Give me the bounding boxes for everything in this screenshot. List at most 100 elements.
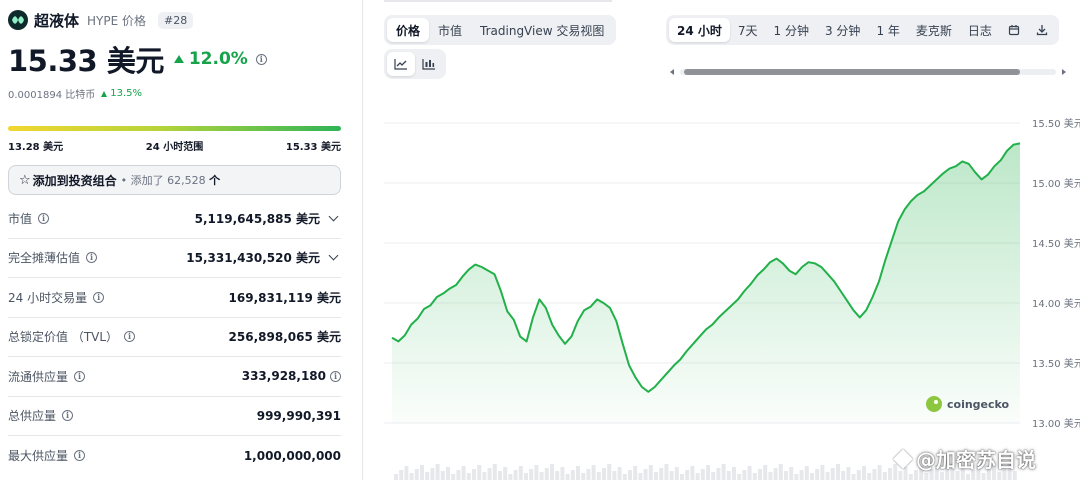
stat-value: 169,831,119 美元	[228, 290, 341, 305]
info-icon[interactable]: i	[74, 450, 86, 462]
scroll-thumb[interactable]	[684, 69, 1020, 75]
volume-bar	[430, 468, 435, 480]
price-chart[interactable]: 15.50 美元 15.00 美元 14.50 美元 14.00 美元 13.50 美元…	[384, 96, 1080, 480]
range-24h-tab[interactable]: 24 小时	[669, 18, 730, 42]
volume-bar	[778, 464, 783, 480]
volume-bar	[409, 473, 414, 480]
range-scrollbar[interactable]	[666, 66, 1070, 78]
volume-bar	[555, 471, 560, 480]
calendar-icon[interactable]	[1000, 18, 1028, 42]
stat-label: 24 小时交易量	[8, 290, 88, 305]
volume-bar	[706, 465, 710, 480]
btc-change: 13.5%	[101, 88, 142, 99]
volume-bar	[908, 474, 913, 480]
info-icon[interactable]: i	[62, 410, 74, 422]
stat-row-fdv[interactable]: 完全摊薄估值 i 15,331,430,520 美元	[8, 239, 341, 278]
volume-bar	[981, 473, 986, 480]
tab-tradingview[interactable]: TradingView 交易视图	[471, 18, 613, 42]
range-1m-tab[interactable]: 1 分钟	[766, 18, 817, 42]
chevron-down-icon[interactable]	[328, 211, 339, 222]
range-high: 15.33 美元	[285, 142, 341, 153]
coin-header: 超液体 HYPE 价格 #28	[8, 10, 194, 30]
volume-bar	[685, 470, 690, 480]
stat-row-max-supply: 最大供应量 i 1,000,000,000	[8, 436, 341, 476]
info-icon[interactable]: i	[38, 212, 50, 224]
volume-bar	[513, 470, 518, 480]
panel-divider	[362, 0, 363, 480]
portfolio-label: 添加到投资组合	[32, 173, 117, 188]
stat-value: 5,119,645,885 美元	[194, 211, 320, 226]
volume-bar	[487, 468, 492, 480]
volume-bar	[565, 474, 570, 480]
top-accent-line	[384, 0, 612, 2]
watermark-brand: coingecko	[947, 397, 1010, 411]
stat-row-market-cap[interactable]: 市值 i 5,119,645,885 美元	[8, 199, 341, 239]
volume-bar	[638, 473, 643, 480]
volume-bar	[399, 470, 404, 480]
volume-bar	[648, 465, 653, 480]
range-24h-bar	[8, 126, 341, 131]
tab-price[interactable]: 价格	[387, 18, 430, 42]
volume-bar	[747, 466, 752, 480]
volume-bar	[477, 465, 482, 480]
volume-bar	[784, 471, 788, 480]
star-icon: ☆	[19, 172, 31, 188]
volume-bar	[581, 473, 586, 480]
stat-row-total-supply: 总供应量 i 999,990,391	[8, 397, 341, 436]
volume-bar	[492, 464, 497, 480]
range-3m-tab[interactable]: 3 分钟	[817, 18, 868, 42]
stat-label: 总锁定价值 （TVL）	[8, 330, 119, 345]
scroll-right-icon[interactable]	[1062, 69, 1066, 75]
range-1y-tab[interactable]: 1 年	[868, 18, 907, 42]
add-to-portfolio-button[interactable]: ☆ 添加到投资组合 • 添加了 62,528 个	[8, 165, 341, 195]
volume-bar	[425, 472, 430, 480]
volume-bar	[721, 464, 726, 480]
y-tick-label: 13.00 美元	[1032, 417, 1080, 430]
price-change-24h: 12.0% i	[173, 49, 267, 69]
volume-bar	[560, 467, 565, 480]
volume-bar	[508, 474, 513, 480]
volume-bar	[888, 468, 892, 480]
volume-bar	[529, 469, 534, 480]
time-range-tabs: 24 小时 7天 1 分钟 3 分钟 1 年 麦克斯 日志	[666, 15, 1059, 45]
chevron-down-icon[interactable]	[328, 250, 339, 261]
stat-value: 15,331,430,520 美元	[186, 251, 320, 266]
info-icon[interactable]: i	[124, 331, 136, 343]
volume-bar	[472, 469, 476, 480]
range-7d-tab[interactable]: 7天	[730, 18, 766, 42]
scroll-left-icon[interactable]	[670, 69, 674, 75]
y-tick-label: 15.00 美元	[1032, 177, 1080, 190]
rank-badge: #28	[158, 11, 194, 29]
info-icon[interactable]: i	[255, 53, 267, 65]
line-chart-icon[interactable]	[387, 52, 415, 76]
tab-market-cap[interactable]: 市值	[429, 18, 471, 42]
volume-bar	[518, 466, 523, 480]
volume-bar	[794, 474, 799, 480]
info-icon[interactable]: i	[93, 291, 105, 303]
volume-bar	[664, 464, 669, 480]
volume-bar	[737, 474, 742, 480]
volume-bar	[602, 468, 606, 480]
download-icon[interactable]	[1028, 18, 1056, 42]
volume-bar	[482, 472, 487, 480]
info-icon[interactable]: i	[74, 370, 86, 382]
volume-bar	[446, 467, 450, 480]
coingecko-logo-icon	[926, 396, 942, 412]
stat-value: 256,898,065 美元	[228, 330, 341, 345]
volume-bar	[742, 470, 747, 480]
log-scale-tab[interactable]: 日志	[960, 18, 1000, 42]
volume-bar	[622, 474, 627, 480]
btc-change-value: 13.5%	[110, 88, 143, 99]
hyperliquid-logo-icon	[8, 10, 28, 30]
volume-bar	[700, 469, 705, 480]
volume-bar	[414, 469, 419, 480]
volume-bar	[680, 474, 684, 480]
stat-value: 1,000,000,000	[243, 448, 341, 463]
info-icon[interactable]: i	[86, 252, 98, 264]
volume-bar	[732, 467, 736, 480]
current-price: 15.33 美元	[8, 44, 164, 78]
portfolio-count-value: 62,528	[167, 174, 206, 187]
info-icon[interactable]: i	[330, 370, 341, 382]
range-max-tab[interactable]: 麦克斯	[908, 18, 960, 42]
candlestick-icon[interactable]	[415, 52, 443, 76]
